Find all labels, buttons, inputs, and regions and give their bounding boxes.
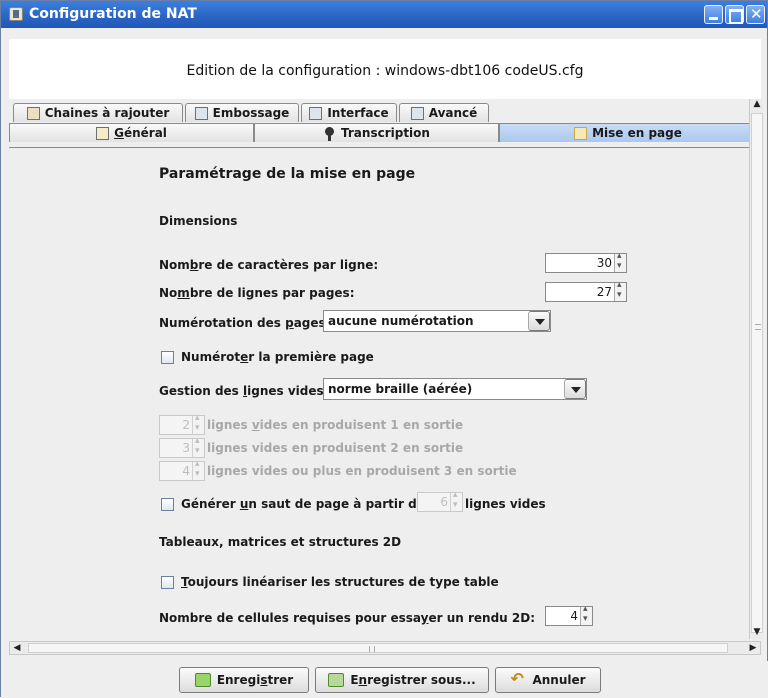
- dialog-title: Edition de la configuration : windows-db…: [186, 63, 584, 79]
- chars-per-line-label: Nombre de caractères par ligne:: [159, 258, 379, 272]
- chars-per-line-spinner[interactable]: 30: [545, 251, 627, 273]
- tab-mise-en-page[interactable]: Mise en page: [499, 123, 757, 142]
- page-numbering-combo[interactable]: aucune numérotation: [323, 310, 551, 332]
- page-break-label: Générer un saut de page à partir de: [181, 497, 425, 511]
- lines-per-page-spinner[interactable]: 27: [545, 280, 627, 302]
- window-title: Configuration de NAT: [29, 6, 197, 22]
- cells-required-label: Nombre de cellules requises pour essayer…: [159, 611, 536, 625]
- tables-section-title: Tableaux, matrices et structures 2D: [159, 535, 402, 549]
- spinner-arrows-icon[interactable]: [580, 604, 592, 625]
- layout-settings-panel: Paramétrage de la mise en page Dimension…: [9, 147, 749, 639]
- scroll-left-icon[interactable]: ◀: [10, 642, 24, 654]
- tab-transcription[interactable]: Transcription: [254, 123, 499, 142]
- save-icon: [194, 673, 211, 687]
- spinner-arrows-icon[interactable]: [614, 280, 626, 301]
- page-break-suffix: lignes vides: [465, 497, 546, 511]
- spinner-arrows-icon[interactable]: [614, 251, 626, 272]
- cells-required-spinner[interactable]: 4: [545, 604, 593, 626]
- horizontal-scroll-thumb[interactable]: [28, 643, 728, 653]
- nat-configuration-window: Configuration de NAT ✕ Edition de la con…: [0, 0, 768, 698]
- maximize-icon[interactable]: [725, 5, 744, 24]
- page-break-checkbox[interactable]: [161, 498, 174, 511]
- blank-rule-2-label: lignes vides en produisent 2 en sortie: [207, 441, 464, 455]
- embossage-tab-icon: [194, 106, 208, 120]
- scroll-up-icon[interactable]: ▲: [752, 99, 762, 109]
- layout-tab-icon: [574, 126, 588, 140]
- spinner-arrows-icon: [450, 490, 462, 511]
- blank-rule-2-spinner: 3: [159, 436, 205, 458]
- page-break-spinner: 6: [417, 490, 463, 512]
- horizontal-scrollbar[interactable]: ◀ ▶: [9, 641, 761, 655]
- vertical-scroll-thumb[interactable]: [751, 113, 763, 633]
- blank-lines-combo[interactable]: norme braille (aérée): [323, 378, 587, 400]
- tab-general[interactable]: Général: [9, 123, 254, 142]
- blank-lines-label: Gestion des lignes vides:: [159, 384, 329, 398]
- vertical-scrollbar[interactable]: ▲ ▼: [749, 99, 763, 639]
- save-as-button[interactable]: Enregistrer sous...: [315, 667, 489, 693]
- panel-heading: Paramétrage de la mise en page: [159, 166, 416, 182]
- title-bar[interactable]: Configuration de NAT ✕: [1, 1, 767, 28]
- tab-strip: Chaines à rajouter Embossage Interface A…: [9, 99, 761, 147]
- cancel-icon: [510, 669, 526, 688]
- scroll-down-icon[interactable]: ▼: [752, 627, 762, 637]
- spinner-arrows-icon: [192, 413, 204, 434]
- general-tab-icon: [96, 126, 110, 140]
- tab-chaines[interactable]: Chaines à rajouter: [13, 103, 183, 122]
- blank-rule-3-spinner: 4: [159, 459, 205, 481]
- dimensions-section-title: Dimensions: [159, 214, 238, 228]
- spinner-arrows-icon: [192, 459, 204, 480]
- close-icon[interactable]: ✕: [746, 5, 765, 24]
- interface-tab-icon: [309, 106, 323, 120]
- tab-interface[interactable]: Interface: [301, 103, 397, 122]
- linearize-label: Toujours linéariser les structures de ty…: [181, 575, 499, 589]
- tab-embossage[interactable]: Embossage: [185, 103, 299, 122]
- blank-rule-1-label: lignes vides en produisent 1 en sortie: [207, 418, 464, 432]
- advanced-tab-icon: [410, 106, 424, 120]
- blank-rule-3-label: lignes vides ou plus en produisent 3 en …: [207, 464, 517, 478]
- save-as-icon: [328, 673, 345, 687]
- dialog-header: Edition de la configuration : windows-db…: [9, 39, 761, 99]
- cancel-button[interactable]: Annuler: [495, 667, 601, 693]
- chevron-down-icon[interactable]: [564, 379, 586, 399]
- chevron-down-icon[interactable]: [528, 311, 550, 331]
- page-numbering-label: Numérotation des pages:: [159, 316, 331, 330]
- chains-tab-icon: [26, 106, 40, 120]
- lines-per-page-label: Nombre de lignes par pages:: [159, 286, 355, 300]
- spinner-arrows-icon: [192, 436, 204, 457]
- scroll-right-icon[interactable]: ▶: [746, 642, 760, 654]
- tab-avance[interactable]: Avancé: [399, 103, 489, 122]
- number-first-page-label: Numéroter la première page: [181, 350, 374, 364]
- app-icon: [9, 7, 23, 21]
- linearize-checkbox[interactable]: [161, 576, 174, 589]
- minimize-icon[interactable]: [704, 5, 723, 24]
- transcription-tab-icon: [323, 126, 336, 141]
- save-button[interactable]: Enregistrer: [179, 667, 309, 693]
- number-first-page-checkbox[interactable]: [161, 351, 174, 364]
- blank-rule-1-spinner: 2: [159, 413, 205, 435]
